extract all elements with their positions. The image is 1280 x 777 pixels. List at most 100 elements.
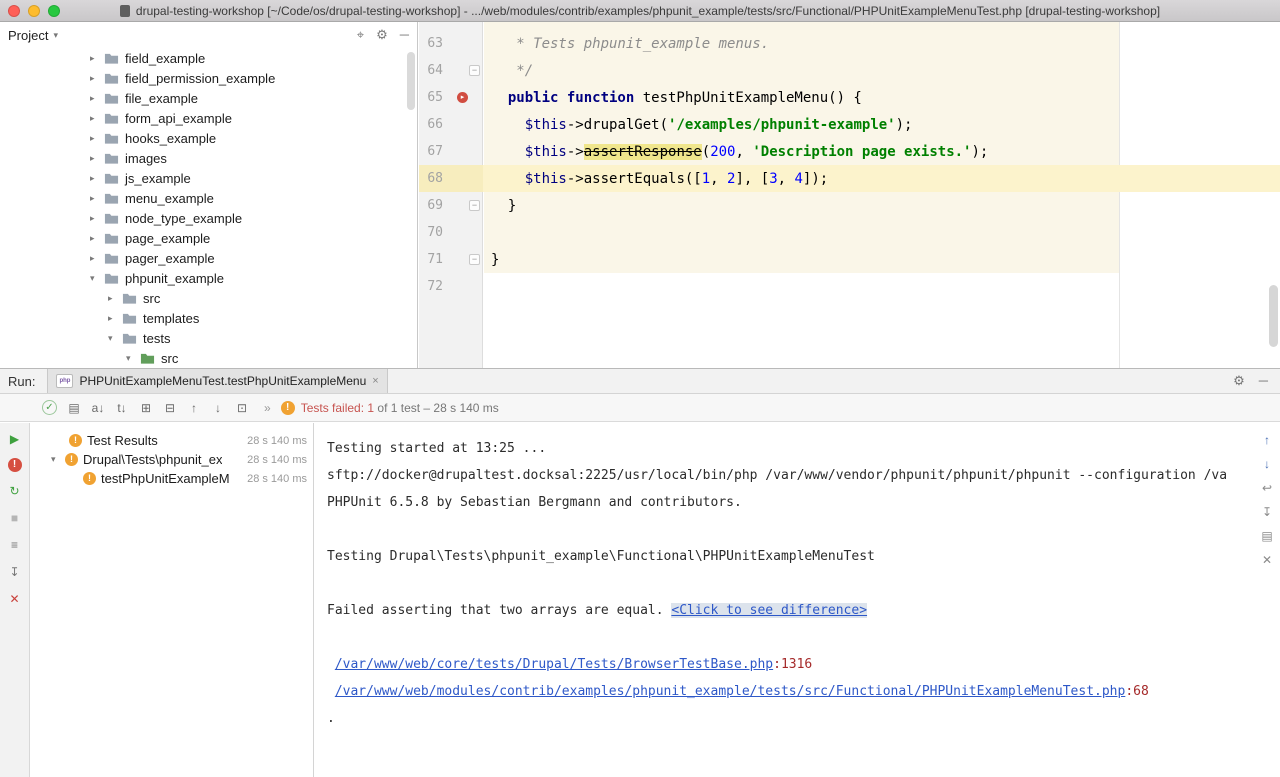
editor-code-line[interactable]: */ [483, 63, 1280, 79]
project-tree-item[interactable]: ▾phpunit_example [0, 268, 417, 288]
project-tree-item[interactable]: ▸node_type_example [0, 208, 417, 228]
editor-gutter[interactable]: 65▸ [419, 84, 483, 111]
chevron-right-icon[interactable]: ▸ [90, 113, 104, 124]
editor-code-line[interactable]: $this->drupalGet('/examples/phpunit-exam… [483, 117, 1280, 133]
more-actions-icon[interactable]: » [264, 401, 271, 415]
hide-panel-icon[interactable]: ─ [400, 27, 409, 43]
chevron-down-icon[interactable]: ▾ [126, 353, 140, 364]
chevron-right-icon[interactable]: ▸ [90, 233, 104, 244]
editor-scrollbar[interactable] [1269, 285, 1278, 347]
console-link[interactable]: <Click to see difference> [671, 603, 867, 618]
test-tree-row[interactable]: !Test Results28 s 140 ms [31, 431, 313, 450]
scroll-to-end-icon[interactable]: ↧ [1262, 505, 1272, 519]
jump-to-source-icon[interactable]: ⊡ [230, 401, 254, 415]
chevron-right-icon[interactable]: ▸ [108, 293, 122, 304]
import-test-results-icon[interactable]: ↧ [7, 564, 23, 580]
test-tree-row[interactable]: !testPhpUnitExampleM28 s 140 ms [31, 469, 313, 488]
close-tab-icon[interactable]: × [372, 375, 378, 387]
rerun-failed-tests-icon[interactable]: ! [8, 458, 22, 472]
run-tab[interactable]: php PHPUnitExampleMenuTest.testPhpUnitEx… [47, 369, 387, 393]
editor-gutter[interactable]: 68 [419, 165, 483, 192]
editor-gutter[interactable]: 64− [419, 57, 483, 84]
close-icon[interactable]: ✕ [7, 591, 23, 607]
clear-all-icon[interactable]: ✕ [1262, 553, 1272, 567]
rerun-icon[interactable]: ▶ [7, 431, 23, 447]
editor-gutter[interactable]: 70 [419, 219, 483, 246]
editor-gutter[interactable]: 63 [419, 30, 483, 57]
settings-gear-icon[interactable]: ⚙ [376, 27, 388, 43]
chevron-right-icon[interactable]: ▸ [90, 213, 104, 224]
project-tree-item[interactable]: ▸pager_example [0, 248, 417, 268]
test-history-icon[interactable]: ≡ [7, 537, 23, 553]
project-tree-item[interactable]: ▸hooks_example [0, 128, 417, 148]
project-tree-item[interactable]: ▸templates [0, 308, 417, 328]
editor-gutter[interactable]: 72 [419, 273, 483, 300]
chevron-right-icon[interactable]: ▸ [90, 73, 104, 84]
chevron-right-icon[interactable]: ▸ [108, 313, 122, 324]
up-the-stack-trace-icon[interactable]: ↑ [1264, 433, 1270, 447]
console-link[interactable]: /var/www/web/modules/contrib/examples/ph… [335, 684, 1126, 699]
sort-by-duration-icon[interactable]: t↓ [110, 401, 134, 415]
project-tree-item[interactable]: ▸field_example [0, 48, 417, 68]
editor-gutter[interactable]: 66 [419, 111, 483, 138]
project-tree-item[interactable]: ▸field_permission_example [0, 68, 417, 88]
test-failed-icon: ! [65, 453, 78, 466]
fold-region-icon[interactable]: − [469, 65, 480, 76]
chevron-right-icon[interactable]: ▸ [90, 53, 104, 64]
chevron-right-icon[interactable]: ▸ [90, 253, 104, 264]
show-passed-icon[interactable]: ✓ [42, 400, 57, 415]
editor-gutter[interactable]: 67 [419, 138, 483, 165]
chevron-down-icon[interactable]: ▾ [108, 333, 122, 344]
show-ignored-icon[interactable]: ▤ [62, 401, 86, 415]
locate-file-icon[interactable]: ⌖ [357, 27, 364, 43]
fold-region-icon[interactable]: − [469, 254, 480, 265]
editor-code-line[interactable]: $this->assertResponse(200, 'Description … [483, 144, 1280, 160]
chevron-down-icon[interactable]: ▾ [51, 454, 65, 465]
line-number: 68 [427, 171, 443, 186]
failed-test-gutter-icon[interactable]: ▸ [457, 92, 468, 103]
project-tree-item[interactable]: ▸file_example [0, 88, 417, 108]
soft-wrap-icon[interactable]: ↩ [1262, 481, 1272, 495]
expand-all-icon[interactable]: ⊞ [134, 401, 158, 415]
project-scrollbar[interactable] [407, 52, 415, 110]
hide-panel-icon[interactable]: ─ [1259, 373, 1268, 389]
editor-code-line[interactable]: public function testPhpUnitExampleMenu()… [483, 90, 1280, 106]
project-panel-header[interactable]: Project ▾ ⌖⚙─ [0, 22, 417, 48]
project-tree-item[interactable]: ▸form_api_example [0, 108, 417, 128]
editor-gutter[interactable]: 69− [419, 192, 483, 219]
chevron-right-icon[interactable]: ▸ [90, 173, 104, 184]
print-icon[interactable]: ▤ [1261, 529, 1272, 543]
editor-code-line[interactable]: } [483, 198, 1280, 214]
chevron-right-icon[interactable]: ▸ [90, 133, 104, 144]
chevron-right-icon[interactable]: ▸ [90, 93, 104, 104]
project-tree-item[interactable]: ▸js_example [0, 168, 417, 188]
chevron-right-icon[interactable]: ▸ [90, 153, 104, 164]
next-failed-test-icon[interactable]: ↓ [206, 401, 230, 415]
editor-code-line[interactable]: } [483, 252, 1280, 268]
test-console-output[interactable]: Testing started at 13:25 ...sftp://docke… [315, 423, 1254, 777]
project-tree-item[interactable]: ▸page_example [0, 228, 417, 248]
code-editor[interactable]: 63 * Tests phpunit_example menus.64− */6… [419, 22, 1280, 368]
fold-region-icon[interactable]: − [469, 200, 480, 211]
editor-gutter[interactable]: 71− [419, 246, 483, 273]
project-tree-item[interactable]: ▸menu_example [0, 188, 417, 208]
test-tree-row[interactable]: ▾!Drupal\Tests\phpunit_ex28 s 140 ms [31, 450, 313, 469]
editor-code-line[interactable]: * Tests phpunit_example menus. [483, 36, 1280, 52]
project-tree-item[interactable]: ▸src [0, 288, 417, 308]
stop-icon[interactable]: ■ [7, 510, 23, 526]
chevron-down-icon[interactable]: ▾ [90, 273, 104, 284]
project-tree-item[interactable]: ▸images [0, 148, 417, 168]
toggle-auto-test-icon[interactable]: ↻ [7, 483, 23, 499]
settings-gear-icon[interactable]: ⚙ [1233, 373, 1245, 389]
chevron-down-icon[interactable]: ▾ [53, 30, 58, 41]
previous-failed-test-icon[interactable]: ↑ [182, 401, 206, 415]
project-tree-item[interactable]: ▾src [0, 348, 417, 368]
collapse-all-icon[interactable]: ⊟ [158, 401, 182, 415]
chevron-right-icon[interactable]: ▸ [90, 193, 104, 204]
down-the-stack-trace-icon[interactable]: ↓ [1264, 457, 1270, 471]
editor-code-line[interactable]: $this->assertEquals([1, 2], [3, 4]); [483, 171, 1280, 187]
console-link[interactable]: /var/www/web/core/tests/Drupal/Tests/Bro… [335, 657, 773, 672]
project-tree-item[interactable]: ▾tests [0, 328, 417, 348]
console-line: Testing Drupal\Tests\phpunit_example\Fun… [327, 543, 1254, 570]
sort-alphabetically-icon[interactable]: a↓ [86, 401, 110, 415]
